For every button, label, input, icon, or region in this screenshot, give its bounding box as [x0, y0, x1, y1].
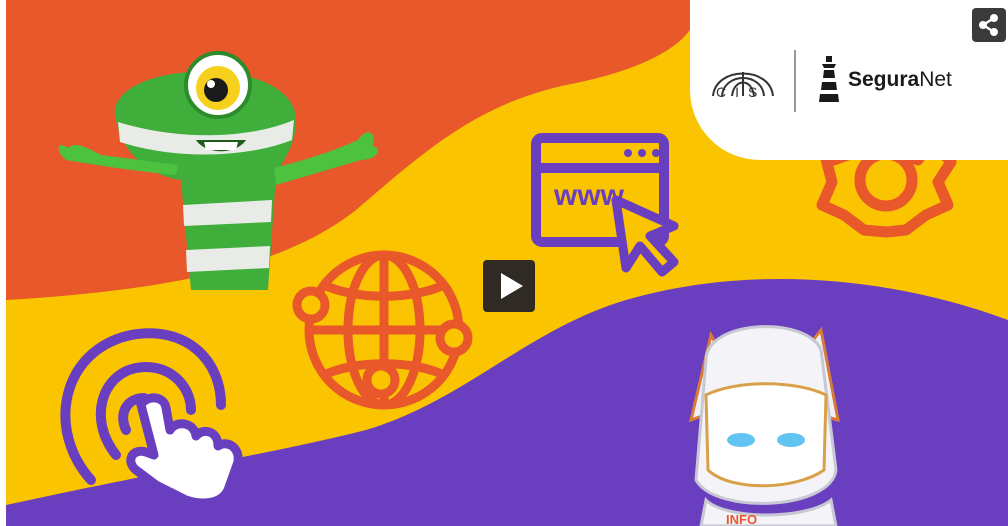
logo-card: CIS SeguraNet: [690, 0, 1008, 160]
play-icon: [501, 273, 523, 299]
play-button[interactable]: [483, 260, 535, 312]
lighthouse-icon: [819, 56, 839, 102]
seguranet-logo-bold: Segura: [848, 68, 920, 91]
seguranet-logo-regular: Net: [919, 68, 952, 91]
cis-logo: [712, 72, 774, 97]
logo-divider: [794, 50, 796, 112]
share-button[interactable]: [972, 8, 1006, 42]
video-thumbnail[interactable]: www INFO CIS SeguraNet: [6, 0, 1008, 526]
cis-logo-text: CIS: [716, 84, 767, 100]
share-icon: [979, 14, 998, 36]
seguranet-logo: SeguraNet: [848, 68, 952, 92]
robot-chest-text: INFO: [726, 512, 757, 526]
